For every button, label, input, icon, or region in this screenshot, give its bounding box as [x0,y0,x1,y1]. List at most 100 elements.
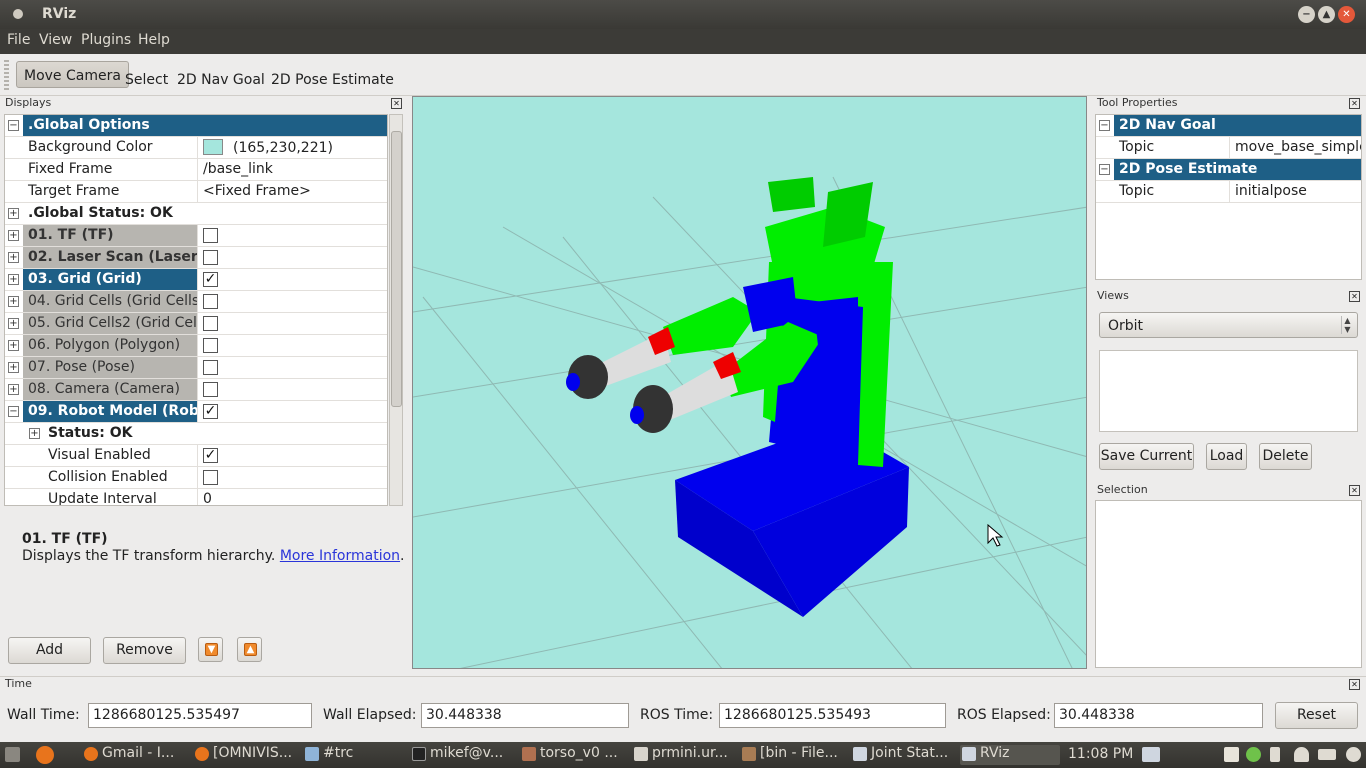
grid-checkbox[interactable]: ✓ [203,272,218,287]
row-target-frame[interactable]: Target Frame <Fixed Frame> [5,181,387,203]
close-icon[interactable]: ✕ [1349,98,1360,109]
scrollbar-thumb[interactable] [391,131,402,407]
row-fixed-frame[interactable]: Fixed Frame /base_link [5,159,387,181]
displays-tree[interactable]: − .Global Options Background Color (165,… [4,114,388,506]
move-down-button[interactable]: ▼ [198,637,223,662]
task-trc[interactable]: #trc [303,745,353,765]
row-background-color[interactable]: Background Color (165,230,221) [5,137,387,159]
row-pose[interactable]: + 07. Pose (Pose) [5,357,387,379]
collision-enabled-checkbox[interactable] [203,470,218,485]
collapse-icon[interactable]: − [8,120,19,131]
delete-button[interactable]: Delete [1259,443,1312,470]
load-button[interactable]: Load [1206,443,1247,470]
close-icon[interactable]: ✕ [1349,485,1360,496]
pose-checkbox[interactable] [203,360,218,375]
visual-enabled-checkbox[interactable]: ✓ [203,448,218,463]
wall-time-field[interactable]: 1286680125.535497 [88,703,312,728]
expand-icon[interactable]: + [8,384,19,395]
task-bin-files[interactable]: [bin - File... [740,745,838,765]
close-icon[interactable]: ✕ [391,98,402,109]
maximize-button[interactable]: ▲ [1318,6,1335,23]
row-robot-status[interactable]: + Status: OK [5,423,387,445]
grid-cells2-checkbox[interactable] [203,316,218,331]
view-type-select[interactable]: Orbit ▲ ▼ [1099,312,1358,338]
collapse-icon[interactable]: − [1099,120,1110,131]
menu-file[interactable]: File [7,32,30,48]
row-polygon[interactable]: + 06. Polygon (Polygon) [5,335,387,357]
ros-time-field[interactable]: 1286680125.535493 [719,703,946,728]
tf-checkbox[interactable] [203,228,218,243]
task-terminal[interactable]: mikef@v... [410,745,503,765]
select-tool[interactable]: Select [125,72,168,88]
row-robot-model[interactable]: − 09. Robot Model (Robo ✓ [5,401,387,423]
laser-scan-checkbox[interactable] [203,250,218,265]
minimize-button[interactable]: − [1298,6,1315,23]
row-grid-cells[interactable]: + 04. Grid Cells (Grid Cells) [5,291,387,313]
collapse-icon[interactable]: − [8,406,19,417]
task-omnivis[interactable]: [OMNIVIS... [193,745,292,765]
row-global-options[interactable]: − .Global Options [5,115,387,137]
camera-checkbox[interactable] [203,382,218,397]
reset-button[interactable]: Reset [1275,702,1358,729]
task-joint-state[interactable]: Joint Stat... [851,745,948,765]
task-rviz[interactable]: RViz [960,745,1060,765]
grid-cells-checkbox[interactable] [203,294,218,309]
add-button[interactable]: Add [8,637,91,664]
expand-icon[interactable]: + [8,230,19,241]
row-tf[interactable]: + 01. TF (TF) [5,225,387,247]
expand-icon[interactable]: + [8,296,19,307]
firefox-icon[interactable] [36,746,54,764]
close-icon[interactable]: ✕ [1349,679,1360,690]
expand-icon[interactable]: + [8,208,19,219]
row-visual-enabled[interactable]: Visual Enabled ✓ [5,445,387,467]
bluetooth-icon[interactable] [1270,747,1280,762]
saved-views-list[interactable] [1099,350,1358,432]
row-nav-goal-topic[interactable]: Topic move_base_simple/ [1096,137,1361,159]
collapse-icon[interactable]: − [1099,164,1110,175]
row-laser-scan[interactable]: + 02. Laser Scan (Laser [5,247,387,269]
expand-icon[interactable]: + [8,274,19,285]
task-gmail[interactable]: Gmail - I... [82,745,174,765]
menu-plugins[interactable]: Plugins [81,32,131,48]
displays-scrollbar[interactable] [389,114,403,506]
window-menu-icon[interactable] [13,9,23,19]
nav-goal-tool[interactable]: 2D Nav Goal [177,72,265,88]
menu-help[interactable]: Help [138,32,170,48]
close-icon[interactable]: ✕ [1349,291,1360,302]
color-swatch[interactable] [203,139,223,155]
menu-view[interactable]: View [39,32,72,48]
tool-properties-tree[interactable]: − 2D Nav Goal Topic move_base_simple/ − … [1095,114,1362,280]
show-desktop-icon[interactable] [1142,747,1160,762]
row-update-interval[interactable]: Update Interval 0 [5,489,387,505]
polygon-checkbox[interactable] [203,338,218,353]
status-icon[interactable] [1246,747,1261,762]
pose-estimate-tool[interactable]: 2D Pose Estimate [271,72,394,88]
row-grid[interactable]: + 03. Grid (Grid) ✓ [5,269,387,291]
power-icon[interactable] [1346,747,1361,762]
render-viewport[interactable] [412,96,1087,669]
more-information-link[interactable]: More Information [280,548,400,564]
row-grid-cells2[interactable]: + 05. Grid Cells2 (Grid Cells [5,313,387,335]
expand-icon[interactable]: + [8,252,19,263]
robot-model-checkbox[interactable]: ✓ [203,404,218,419]
expand-icon[interactable]: + [8,340,19,351]
wall-elapsed-field[interactable]: 30.448338 [421,703,629,728]
expand-icon[interactable]: + [8,318,19,329]
task-torso[interactable]: torso_v0 ... [520,745,618,765]
battery-icon[interactable] [1318,749,1336,760]
selection-panel[interactable] [1095,500,1362,668]
save-current-button[interactable]: Save Current [1099,443,1194,470]
row-collision-enabled[interactable]: Collision Enabled [5,467,387,489]
task-prmini[interactable]: prmini.ur... [632,745,728,765]
remove-button[interactable]: Remove [103,637,186,664]
row-pose-estimate-topic[interactable]: Topic initialpose [1096,181,1361,203]
ros-elapsed-field[interactable]: 30.448338 [1054,703,1263,728]
move-up-button[interactable]: ▲ [237,637,262,662]
workspace-icon[interactable] [5,747,20,762]
toolbar-grip[interactable] [4,60,9,90]
expand-icon[interactable]: + [29,428,40,439]
row-nav-goal[interactable]: − 2D Nav Goal [1096,115,1361,137]
move-camera-tool[interactable]: Move Camera [16,61,129,88]
notes-icon[interactable] [1224,747,1239,762]
row-global-status[interactable]: + .Global Status: OK [5,203,387,225]
